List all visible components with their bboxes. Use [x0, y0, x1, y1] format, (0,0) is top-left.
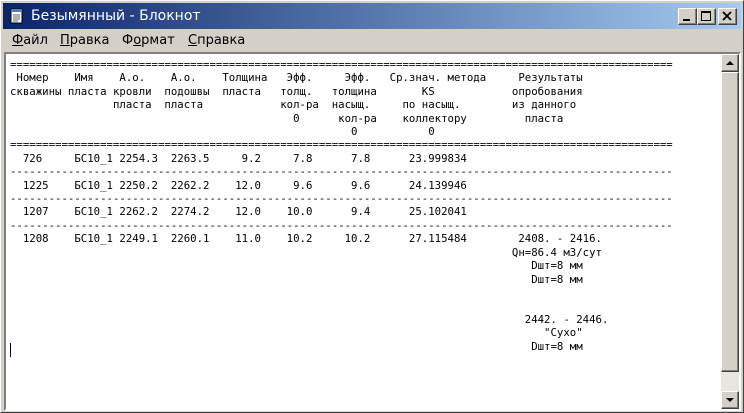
maximize-button[interactable]: [697, 8, 716, 25]
notepad-icon[interactable]: [8, 7, 26, 25]
editor-frame: ========================================…: [4, 52, 741, 411]
minimize-button[interactable]: [678, 8, 697, 25]
editor-line: Dшт=8 мм: [10, 272, 583, 286]
editor-line: ----------------------------------------…: [10, 218, 673, 232]
minimize-icon: [683, 19, 690, 21]
editor-line: "Сухо": [10, 326, 583, 340]
editor-text: ========================================…: [10, 58, 673, 353]
arrow-down-icon: [726, 398, 734, 402]
menu-file[interactable]: Файл: [12, 33, 48, 49]
menu-format[interactable]: Формат: [122, 33, 175, 49]
title-bar[interactable]: Безымянный - Блокнот: [3, 3, 741, 29]
editor-line: 0 кол-ра коллектору пласта: [10, 111, 564, 125]
editor-line: скважины пласта кровли подошвы пласта то…: [10, 84, 583, 98]
close-button[interactable]: [718, 8, 737, 25]
editor-line: ----------------------------------------…: [10, 192, 673, 206]
editor-line: ========================================…: [10, 138, 673, 152]
text-caret: [10, 343, 11, 357]
menu-file-label: Файл: [12, 33, 48, 48]
editor-line: Dшт=8 мм: [10, 259, 583, 273]
editor-line: 726 БС10_1 2254.3 2263.5 9.2 7.8 7.8 23.…: [10, 151, 467, 165]
menu-edit-label: Правка: [60, 33, 110, 48]
editor-line: 0 0: [10, 125, 435, 139]
editor-line: 1225 БС10_1 2250.2 2262.2 12.0 9.6 9.6 2…: [10, 178, 467, 192]
scroll-down-button[interactable]: [721, 391, 739, 409]
editor-line: 2442. - 2446.: [10, 312, 609, 326]
window-title: Безымянный - Блокнот: [31, 8, 201, 24]
editor-line: 1208 БС10_1 2249.1 2260.1 11.0 10.2 10.2…: [10, 232, 602, 246]
editor-line: Qн=86.4 м3/сут: [10, 245, 602, 259]
vertical-scrollbar[interactable]: [721, 54, 739, 409]
menu-bar: Файл Правка Формат Справка: [3, 31, 741, 51]
editor-line: ========================================…: [10, 58, 673, 71]
scroll-up-button[interactable]: [721, 54, 739, 72]
menu-help[interactable]: Справка: [188, 33, 245, 49]
menu-help-label: Справка: [188, 33, 246, 48]
editor-line: ----------------------------------------…: [10, 165, 673, 179]
scroll-thumb[interactable]: [721, 72, 739, 372]
close-icon: [722, 11, 732, 21]
arrow-up-icon: [726, 61, 734, 65]
text-editor[interactable]: ========================================…: [6, 54, 721, 409]
menu-format-label: Формат: [122, 33, 175, 48]
menu-edit[interactable]: Правка: [60, 33, 109, 49]
editor-line: Dшт=8 мм: [10, 339, 583, 353]
notepad-window: Безымянный - Блокнот Файл Правка Формат: [0, 0, 744, 413]
maximize-icon: [701, 11, 711, 21]
editor-line: пласта пласта кол-ра насыщ. по насыщ. из…: [10, 98, 577, 112]
editor-line: 1207 БС10_1 2262.2 2274.2 12.0 10.0 9.4 …: [10, 205, 467, 219]
editor-line: Номер Имя А.о. А.о. Толщина Эфф. Эфф. Ср…: [10, 71, 583, 85]
